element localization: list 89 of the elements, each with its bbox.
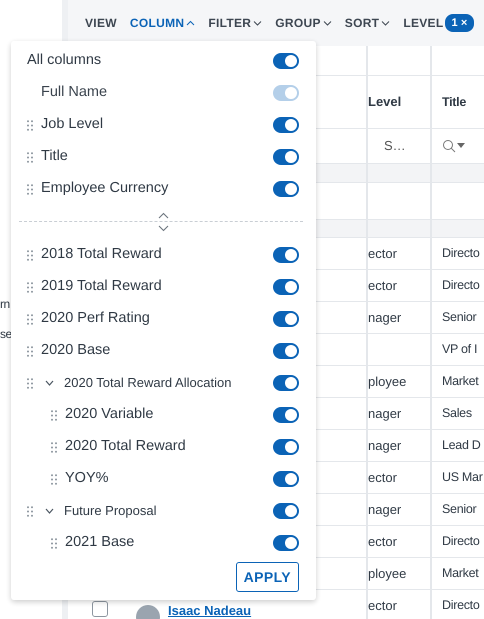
- table-cell-text: nager: [368, 404, 402, 423]
- menu-tab[interactable]: FILTER: [208, 14, 262, 32]
- panel-text: se: [0, 326, 12, 343]
- drag-handle-icon[interactable]: [51, 410, 57, 420]
- column-label: 2020 Total Reward Allocation: [64, 374, 232, 392]
- caret-down-icon: [322, 20, 332, 26]
- drag-handle-icon[interactable]: [27, 250, 33, 260]
- toggle-switch[interactable]: [273, 535, 299, 551]
- table-cell-text: Directo: [442, 277, 480, 294]
- column-header[interactable]: Title: [442, 92, 466, 112]
- table-cell-text: Directo: [442, 597, 480, 614]
- person-link[interactable]: Isaac Nadeau: [168, 601, 252, 619]
- toggle-switch[interactable]: [273, 117, 299, 133]
- column-label: 2020 Variable: [65, 405, 154, 424]
- toggle-switch[interactable]: [273, 247, 299, 263]
- toggle-switch[interactable]: [273, 375, 299, 391]
- table-cell-text: ployee: [368, 372, 406, 391]
- toggle-switch[interactable]: [273, 503, 299, 519]
- table-cell-text: nager: [368, 308, 402, 327]
- table-cell-text: Lead D: [442, 437, 481, 454]
- column-label: 2020 Perf Rating: [41, 309, 151, 328]
- menu-tab[interactable]: LEVEL 1 ×: [403, 14, 474, 32]
- table-cell-text: nager: [368, 436, 402, 455]
- table-cell-text: ector: [368, 276, 397, 295]
- drag-handle-icon[interactable]: [51, 474, 57, 484]
- column-label: Full Name: [41, 83, 108, 102]
- table-cell-text: nager: [368, 500, 402, 519]
- table-cell-text: Senior: [442, 309, 476, 326]
- table-cell-text: US Mar: [442, 469, 483, 486]
- toggle-switch[interactable]: [273, 149, 299, 165]
- toggle-switch[interactable]: [273, 343, 299, 359]
- apply-button[interactable]: APPLY: [236, 562, 299, 592]
- table-cell-text: Directo: [442, 533, 480, 550]
- drag-handle-icon[interactable]: [27, 314, 33, 324]
- column-header[interactable]: Level: [368, 92, 402, 112]
- drag-handle-icon[interactable]: [27, 346, 33, 356]
- drag-handle-icon[interactable]: [27, 120, 33, 130]
- table-cell-text: Senior: [442, 501, 476, 518]
- table-cell-text: ector: [368, 244, 397, 263]
- column-label: Employee Currency: [41, 179, 170, 198]
- toggle-switch[interactable]: [273, 181, 299, 197]
- count-badge: 1 ×: [445, 14, 474, 32]
- chevron-down-icon[interactable]: [158, 225, 168, 232]
- menu-tab[interactable]: VIEW: [85, 14, 117, 32]
- panel-text: rn: [0, 296, 10, 313]
- caret-up-icon: [186, 20, 196, 26]
- chevron-down-icon[interactable]: [45, 380, 54, 386]
- drag-handle-icon[interactable]: [27, 152, 33, 162]
- caret-down-icon: [381, 20, 390, 26]
- chevron-down-icon[interactable]: [45, 508, 54, 514]
- table-cell-text: ector: [368, 468, 397, 487]
- table-cell-text: Market: [442, 373, 478, 390]
- table-cell-text: ployee: [368, 564, 406, 583]
- toggle-switch[interactable]: [273, 439, 299, 455]
- menu-tab[interactable]: GROUP: [275, 14, 332, 32]
- column-label: Future Proposal: [64, 502, 158, 520]
- column-label: 2020 Base: [41, 341, 112, 360]
- table-cell-text: ector: [368, 532, 397, 551]
- chevron-up-icon[interactable]: [158, 212, 168, 219]
- drag-handle-icon[interactable]: [27, 184, 33, 194]
- toggle-switch[interactable]: [273, 407, 299, 423]
- toggle-switch[interactable]: [273, 53, 299, 69]
- column-label: 2021 Base: [65, 533, 136, 552]
- table-cell-text: ector: [368, 596, 397, 615]
- drag-handle-icon[interactable]: [51, 442, 57, 452]
- column-label: YOY%: [65, 469, 110, 488]
- table-cell-text: VP of I: [442, 341, 478, 358]
- table-cell-text: Market: [442, 565, 478, 582]
- toggle-switch[interactable]: [273, 311, 299, 327]
- drag-handle-icon[interactable]: [27, 378, 33, 388]
- table-cell-text: Sales: [442, 405, 472, 422]
- column-label: Title: [41, 147, 69, 166]
- menu-tab[interactable]: COLUMN: [130, 14, 196, 32]
- toggle-switch[interactable]: [273, 471, 299, 487]
- menu-tab[interactable]: SORT: [344, 14, 390, 32]
- column-label: All columns: [27, 51, 102, 70]
- toggle-switch[interactable]: [273, 279, 299, 295]
- drag-handle-icon[interactable]: [27, 282, 33, 292]
- drag-handle-icon[interactable]: [51, 538, 57, 548]
- column-label: 2019 Total Reward: [41, 277, 163, 296]
- column-label: 2018 Total Reward: [41, 245, 163, 264]
- filter-field[interactable]: S…: [368, 136, 406, 156]
- search-filter-icon[interactable]: [442, 139, 466, 153]
- column-label: Job Level: [41, 115, 104, 134]
- caret-down-icon: [253, 20, 262, 26]
- row-checkbox[interactable]: [92, 601, 108, 617]
- column-label: 2020 Total Reward: [65, 437, 187, 456]
- drag-handle-icon[interactable]: [27, 506, 33, 516]
- table-cell-text: Directo: [442, 245, 480, 262]
